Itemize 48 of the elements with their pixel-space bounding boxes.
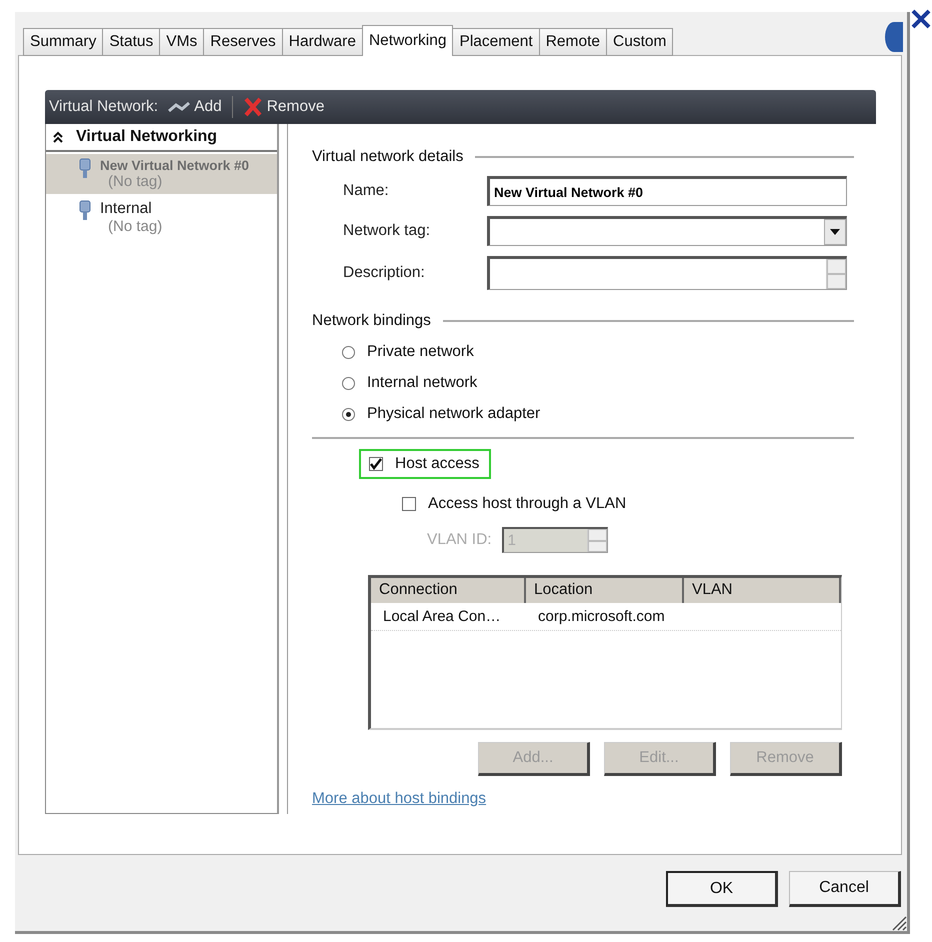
adapter-icon bbox=[78, 158, 92, 180]
vlan-checkbox[interactable]: Access host through a VLAN bbox=[392, 489, 638, 519]
checkbox-icon[interactable] bbox=[369, 457, 383, 471]
radio-option[interactable]: Internal network bbox=[342, 374, 854, 392]
table-cell-text: Local Area Con… bbox=[382, 608, 502, 625]
remove-button[interactable]: Remove bbox=[238, 96, 328, 118]
network-name: Internal bbox=[100, 200, 153, 218]
column-header[interactable]: Location bbox=[526, 578, 684, 603]
dialog-button[interactable]: Cancel bbox=[789, 871, 901, 907]
field-label: Name: bbox=[343, 182, 390, 200]
cable-icon bbox=[168, 101, 190, 113]
toolbar-label: Virtual Network: bbox=[49, 98, 158, 116]
add-button[interactable]: Add bbox=[164, 98, 226, 116]
tree-header[interactable]: Virtual Networking bbox=[46, 124, 277, 152]
column-header[interactable]: Connection bbox=[371, 578, 526, 603]
network-tag: (No tag) bbox=[108, 173, 250, 190]
tab[interactable]: Reserves bbox=[203, 28, 283, 56]
tag-dropdown[interactable] bbox=[487, 216, 847, 246]
tab[interactable]: Networking bbox=[362, 25, 454, 56]
delete-icon bbox=[242, 96, 263, 118]
group-heading: Network bindings bbox=[312, 312, 431, 330]
name-field[interactable]: New Virtual Network #0 bbox=[487, 176, 847, 206]
tab[interactable]: VMs bbox=[159, 28, 204, 56]
tab[interactable]: Summary bbox=[23, 28, 104, 56]
column-header[interactable]: VLAN bbox=[684, 578, 841, 603]
group-heading: Virtual network details bbox=[312, 148, 464, 166]
close-icon[interactable] bbox=[910, 8, 932, 30]
dialog-button[interactable]: OK bbox=[666, 871, 778, 907]
adapter-icon bbox=[78, 200, 92, 222]
network-name: New Virtual Network #0 bbox=[100, 158, 250, 173]
radio-option[interactable]: Physical network adapter bbox=[342, 405, 854, 423]
tab[interactable]: Hardware bbox=[282, 28, 363, 56]
help-link[interactable]: More about host bindings bbox=[312, 790, 486, 808]
tab[interactable]: Remote bbox=[538, 28, 607, 56]
radio-icon[interactable] bbox=[342, 408, 355, 420]
radio-icon[interactable] bbox=[342, 346, 355, 358]
network-tag: (No tag) bbox=[108, 218, 162, 235]
table-cell-text: corp.microsoft.com bbox=[537, 608, 666, 625]
checkbox-icon[interactable] bbox=[402, 497, 416, 511]
tab[interactable]: Status bbox=[102, 28, 160, 56]
tab[interactable]: Custom bbox=[606, 28, 674, 56]
vlan-id-label: VLAN ID: bbox=[427, 531, 492, 549]
field-label: Network tag: bbox=[343, 222, 432, 240]
radio-icon[interactable] bbox=[342, 376, 355, 390]
field-label: Description: bbox=[343, 264, 426, 282]
radio-option[interactable]: Private network bbox=[342, 343, 854, 361]
tab[interactable]: Placement bbox=[452, 28, 540, 56]
host-access-checkbox[interactable]: Host access bbox=[359, 449, 492, 479]
